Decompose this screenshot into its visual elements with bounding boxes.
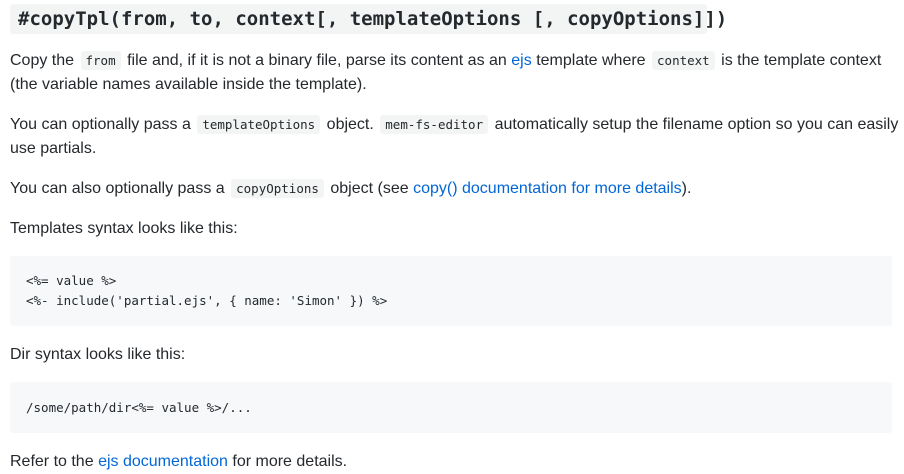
ejs-documentation-link[interactable]: ejs documentation: [98, 453, 228, 470]
template-code-block: <%= value %> <%- include('partial.ejs', …: [10, 256, 892, 326]
inline-code-mem-fs-editor: mem-fs-editor: [380, 115, 489, 134]
copy-docs-link[interactable]: copy() documentation for more details: [413, 180, 682, 197]
method-heading: #copyTpl(from, to, context[, templateOpt…: [10, 4, 727, 34]
text: for more details.: [232, 453, 348, 470]
dir-syntax-paragraph: Dir syntax looks like this:: [10, 346, 186, 363]
inline-code-from: from: [80, 51, 121, 70]
text: object.: [326, 116, 374, 133]
inline-code-context: context: [652, 51, 715, 70]
refer-paragraph: Refer to the ejs documentation for more …: [10, 450, 900, 474]
text: You can also optionally pass a: [10, 180, 225, 197]
dir-code-block: /some/path/dir<%= value %>/...: [10, 382, 892, 433]
text: Refer to the: [10, 453, 94, 470]
templates-syntax-paragraph: Templates syntax looks like this:: [10, 220, 238, 237]
code-line: /some/path/dir<%= value %>/...: [26, 400, 252, 415]
text: object (see: [330, 180, 409, 197]
inline-code-templateoptions: templateOptions: [197, 115, 321, 134]
text: file and, if it is not a binary file, pa…: [127, 52, 507, 69]
inline-code-copyoptions: copyOptions: [231, 179, 324, 198]
text: Copy the: [10, 52, 75, 69]
ejs-link[interactable]: ejs: [511, 52, 531, 69]
copy-options-paragraph: You can also optionally pass a copyOptio…: [10, 177, 900, 201]
code-line: <%- include('partial.ejs', { name: 'Simo…: [26, 293, 388, 308]
text: template where: [536, 52, 646, 69]
template-options-paragraph: You can optionally pass a templateOption…: [10, 113, 900, 161]
text: ).: [681, 180, 692, 197]
readme-section: #copyTpl(from, to, context[, templateOpt…: [0, 0, 904, 474]
description-paragraph: Copy the from file and, if it is not a b…: [10, 49, 900, 97]
code-line: <%= value %>: [26, 273, 117, 288]
text: You can optionally pass a: [10, 116, 191, 133]
